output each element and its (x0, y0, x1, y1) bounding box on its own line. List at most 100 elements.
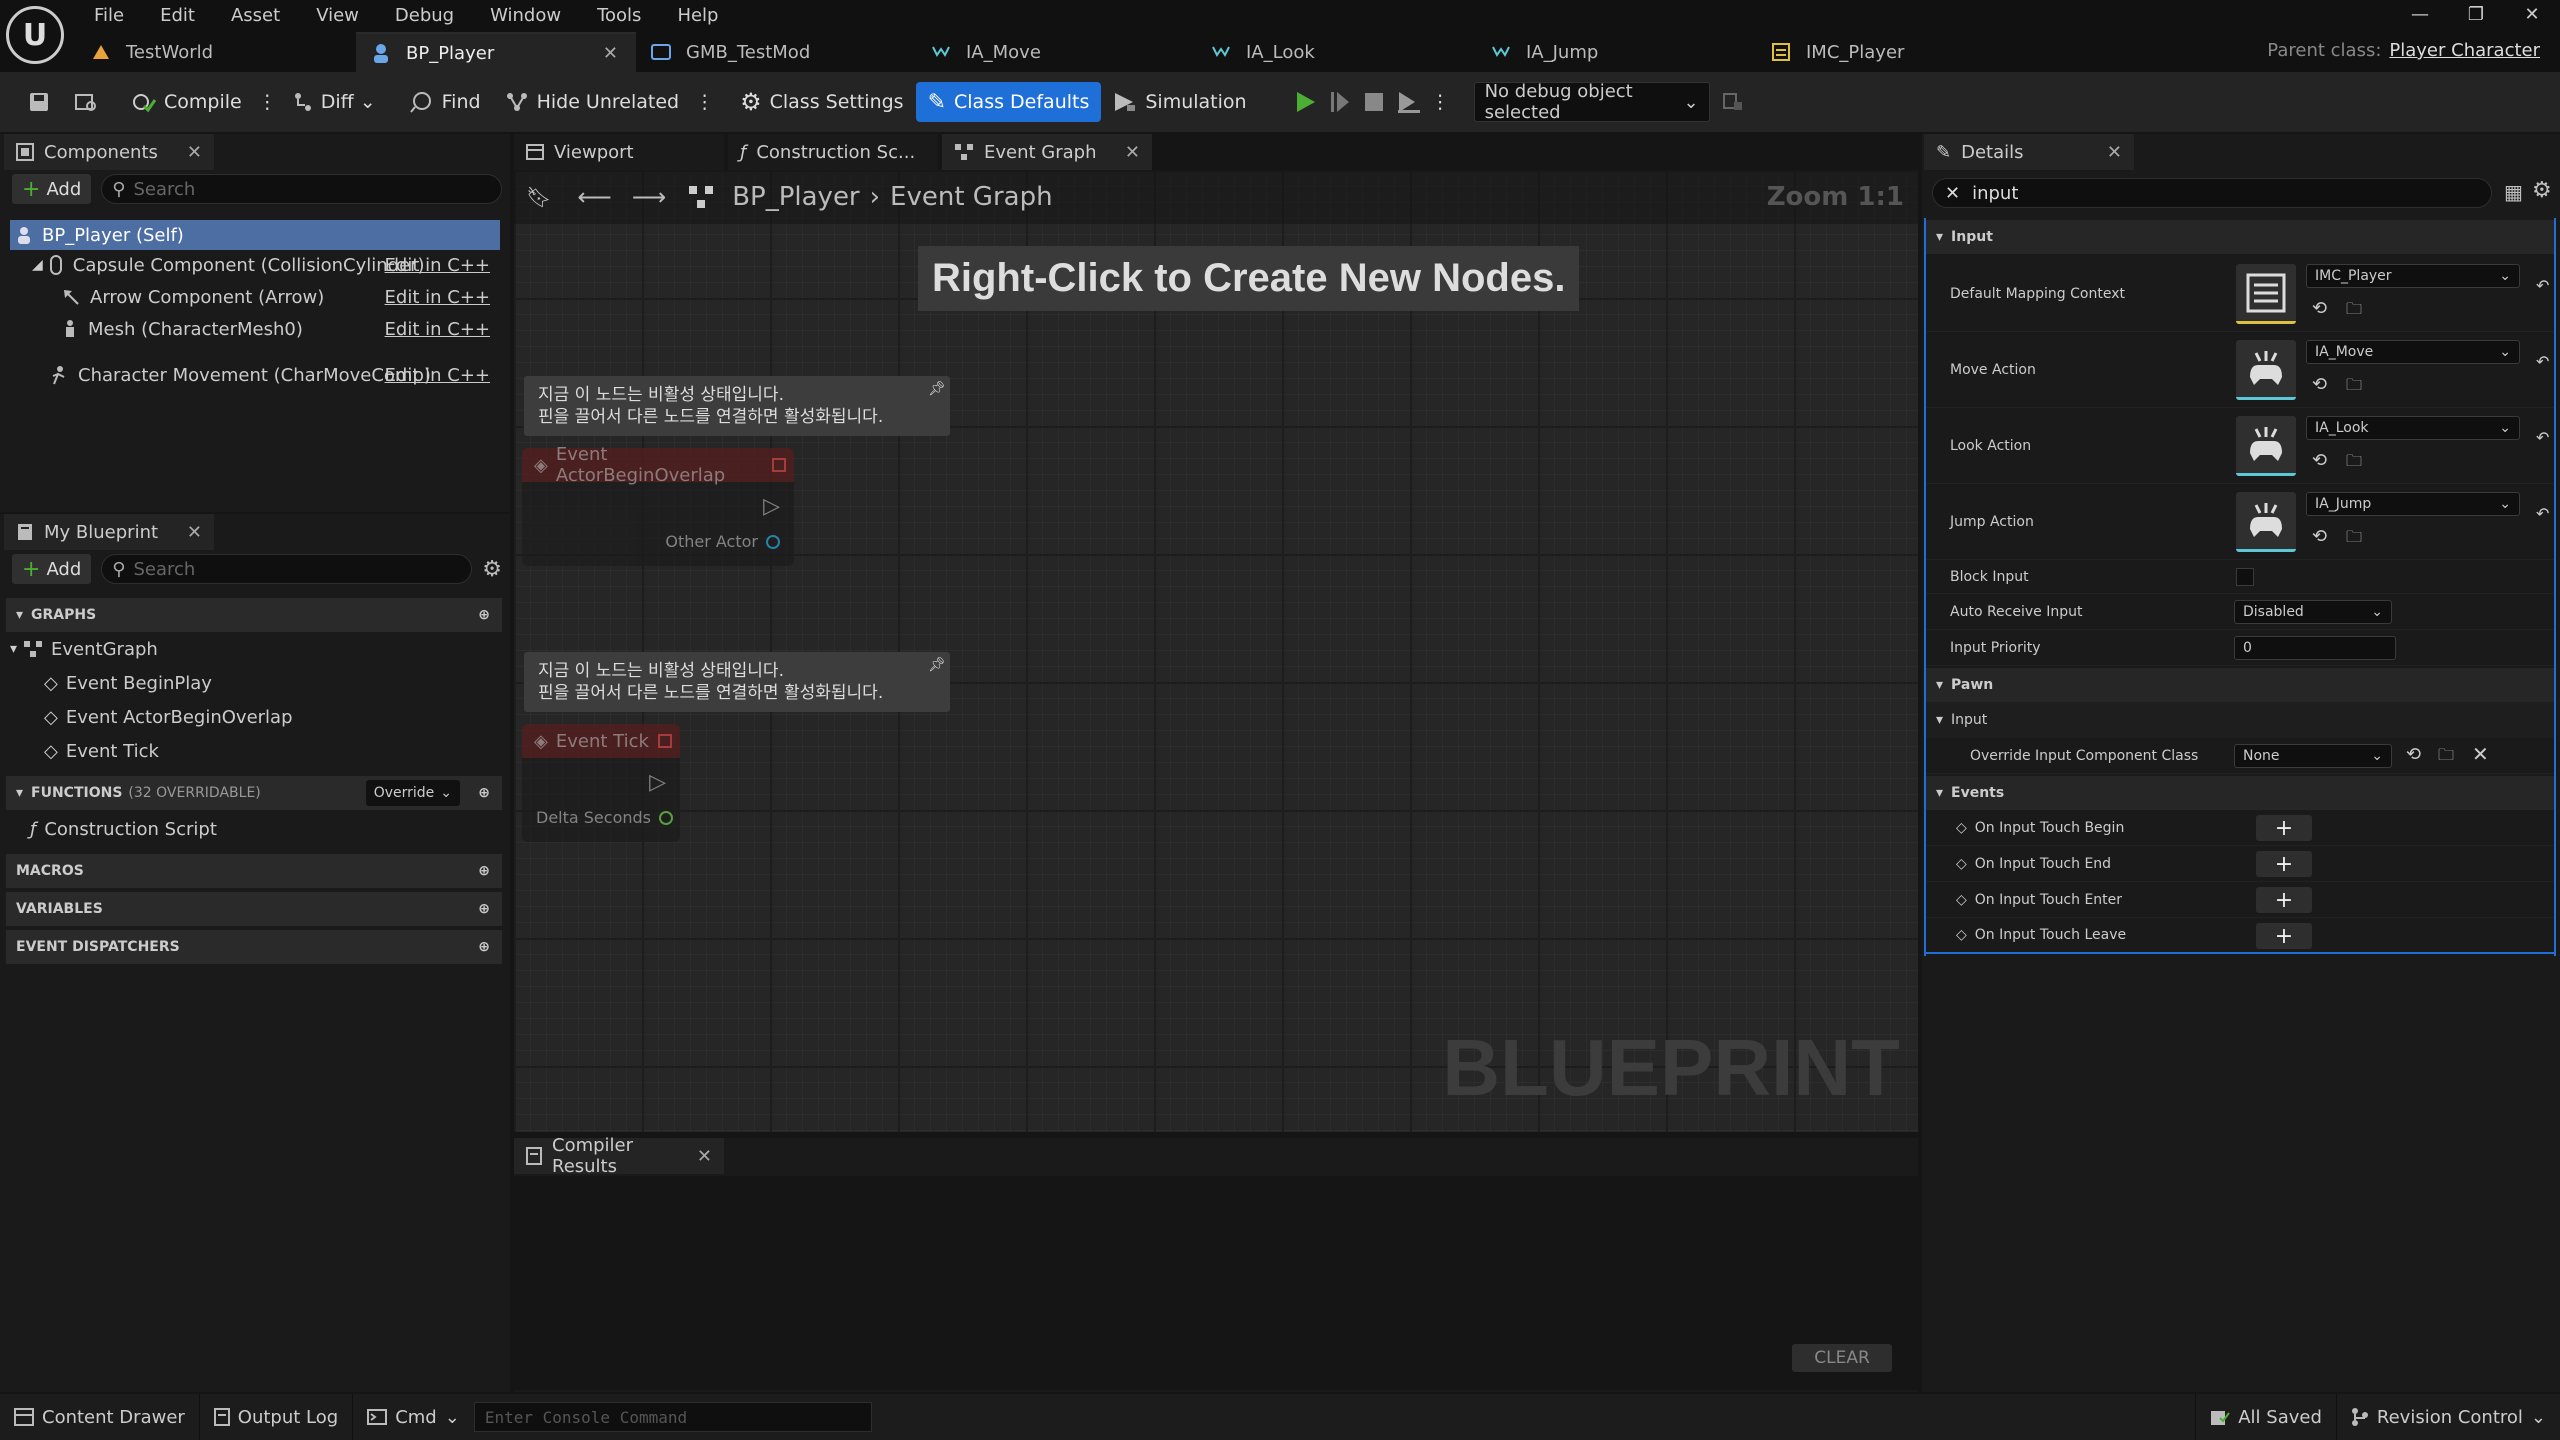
components-tab[interactable]: Components ✕ (4, 134, 214, 170)
pin-other-actor[interactable]: Other Actor (665, 532, 780, 551)
restore-icon[interactable]: ❐ (2448, 0, 2504, 30)
menu-view[interactable]: View (298, 5, 377, 26)
save-button[interactable] (16, 82, 62, 122)
dispatchers-section-header[interactable]: EVENT DISPATCHERS ⊕ (6, 930, 502, 964)
debug-object-select[interactable]: No debug object selected ⌄ (1473, 81, 1710, 123)
browse-folder-icon[interactable]: 🗀 (2346, 526, 2362, 553)
variables-section-header[interactable]: VARIABLES ⊕ (6, 892, 502, 926)
add-event-button[interactable]: + (2256, 923, 2312, 949)
eject-button[interactable] (1391, 82, 1427, 122)
exec-pin-icon[interactable]: ▷ (763, 494, 780, 519)
override-dropdown[interactable]: Override ⌄ (365, 780, 460, 806)
doc-tab-ia-jump[interactable]: IA_Jump (1476, 32, 1756, 72)
use-selected-icon[interactable]: ⟲ (2312, 450, 2327, 471)
output-log-button[interactable]: Output Log (200, 1394, 354, 1440)
browse-folder-icon[interactable]: 🗀 (2438, 744, 2454, 771)
hide-unrelated-button[interactable]: Hide Unrelated (493, 82, 692, 122)
compile-button[interactable]: Compile (120, 82, 254, 122)
asset-picker-dropdown[interactable]: IA_Jump ⌄ (2306, 492, 2520, 516)
event-graph-item[interactable]: ▾ EventGraph (10, 634, 158, 664)
pin-icon[interactable]: 📌︎ (928, 378, 946, 400)
revision-control-button[interactable]: Revision Control ⌄ (2337, 1394, 2560, 1440)
add-event-button[interactable]: + (2256, 851, 2312, 877)
stop-button[interactable] (1357, 82, 1391, 122)
browse-folder-icon[interactable]: 🗀 (2346, 450, 2362, 477)
auto-receive-dropdown[interactable]: Disabled ⌄ (2234, 600, 2392, 624)
component-capsule[interactable]: ◢ Capsule Component (CollisionCylinder) … (32, 250, 502, 280)
cmd-dropdown[interactable]: Cmd ⌄ (353, 1394, 474, 1440)
tab-viewport[interactable]: Viewport (514, 134, 724, 170)
use-selected-icon[interactable]: ⟲ (2312, 298, 2327, 319)
reset-arrow-icon[interactable]: ↶ (2536, 428, 2549, 447)
add-component-button[interactable]: + Add (12, 174, 92, 204)
menu-help[interactable]: Help (659, 5, 736, 26)
browse-button[interactable] (62, 82, 110, 122)
class-picker-dropdown[interactable]: None ⌄ (2234, 744, 2392, 768)
edit-in-cpp-link[interactable]: Edit in C++ (385, 319, 490, 340)
close-icon[interactable]: ✕ (603, 43, 618, 64)
grid-view-icon[interactable]: ▦ (2504, 180, 2523, 204)
add-member-button[interactable]: + Add (12, 554, 92, 584)
tab-event-graph[interactable]: Event Graph ✕ (942, 134, 1152, 170)
add-variable-icon[interactable]: ⊕ (478, 901, 490, 917)
pawn-input-subheader[interactable]: ▾ Input (1926, 702, 2556, 738)
unreal-logo-icon[interactable]: U (6, 6, 64, 64)
my-blueprint-tab[interactable]: My Blueprint ✕ (4, 514, 214, 550)
back-arrow-icon[interactable]: ⟵ (577, 183, 611, 211)
event-item-beginplay[interactable]: ◇ Event BeginPlay (44, 668, 212, 698)
add-function-icon[interactable]: ⊕ (478, 785, 490, 801)
details-search-input[interactable]: ✕ input (1932, 178, 2492, 208)
add-macro-icon[interactable]: ⊕ (478, 863, 490, 879)
doc-tab-ia-move[interactable]: IA_Move (916, 32, 1196, 72)
asset-picker-dropdown[interactable]: IMC_Player ⌄ (2306, 264, 2520, 288)
edit-in-cpp-link[interactable]: Edit in C++ (385, 287, 490, 308)
input-priority-field[interactable]: 0 (2234, 636, 2396, 660)
doc-tab-testworld[interactable]: TestWorld (76, 32, 356, 72)
minimize-icon[interactable]: — (2392, 0, 2448, 30)
pin-delta-seconds[interactable]: Delta Seconds (536, 808, 673, 827)
input-action-thumbnail-icon[interactable] (2236, 416, 2296, 476)
clear-search-icon[interactable]: ✕ (1945, 183, 1960, 204)
construction-script-item[interactable]: ƒ Construction Script (30, 814, 217, 844)
close-icon[interactable]: ✕ (2107, 142, 2122, 163)
event-item-actorbeginoverlap[interactable]: ◇ Event ActorBeginOverlap (44, 702, 293, 732)
event-item-tick[interactable]: ◇ Event Tick (44, 736, 159, 766)
component-char-movement[interactable]: Character Movement (CharMoveComp) Edit i… (50, 360, 502, 390)
browse-folder-icon[interactable]: 🗀 (2346, 298, 2362, 325)
component-self[interactable]: BP_Player (Self) (10, 220, 500, 250)
menu-edit[interactable]: Edit (142, 5, 213, 26)
functions-section-header[interactable]: ▾ FUNCTIONS (32 OVERRIDABLE) Override ⌄ ⊕ (6, 776, 502, 810)
node-event-actor-begin-overlap[interactable]: ◈ Event ActorBeginOverlap ▷ Other Actor (522, 444, 794, 566)
graphs-section-header[interactable]: ▾ GRAPHS ⊕ (6, 598, 502, 632)
doc-tab-ia-look[interactable]: IA_Look (1196, 32, 1476, 72)
menu-debug[interactable]: Debug (377, 5, 472, 26)
doc-tab-imc-player[interactable]: IMC_Player (1756, 32, 2036, 72)
compiler-results-tab[interactable]: Compiler Results ✕ (514, 1135, 724, 1177)
add-dispatcher-icon[interactable]: ⊕ (478, 939, 490, 955)
content-drawer-button[interactable]: Content Drawer (0, 1394, 200, 1440)
add-event-button[interactable]: + (2256, 887, 2312, 913)
console-command-input[interactable]: Enter Console Command (473, 1402, 872, 1432)
components-search-input[interactable]: ⚲ Search (101, 174, 502, 204)
input-action-thumbnail-icon[interactable] (2236, 492, 2296, 552)
clear-icon[interactable]: ✕ (2472, 742, 2489, 766)
class-defaults-button[interactable]: ✎ Class Defaults (915, 82, 1102, 122)
parent-class-link[interactable]: Player Character (2389, 40, 2540, 61)
breadcrumb-root[interactable]: BP_Player (732, 182, 859, 212)
class-settings-button[interactable]: ⚙ Class Settings (728, 82, 915, 122)
macros-section-header[interactable]: MACROS ⊕ (6, 854, 502, 888)
edit-in-cpp-link[interactable]: Edit in C++ (385, 255, 490, 276)
block-input-checkbox[interactable] (2236, 568, 2254, 586)
close-icon[interactable]: ✕ (697, 1146, 712, 1167)
pin-icon[interactable]: 📌︎ (928, 654, 946, 676)
add-event-button[interactable]: + (2256, 815, 2312, 841)
add-graph-icon[interactable]: ⊕ (478, 607, 490, 623)
gear-icon[interactable]: ⚙ (482, 557, 502, 582)
close-window-icon[interactable]: ✕ (2504, 0, 2560, 30)
find-button[interactable]: Find (398, 82, 493, 122)
doc-tab-bp-player[interactable]: BP_Player ✕ (356, 32, 636, 72)
reset-arrow-icon[interactable]: ↶ (2536, 352, 2549, 371)
events-section-header[interactable]: ▾ Events (1926, 776, 2556, 810)
gear-icon[interactable]: ⚙ (2532, 178, 2552, 203)
browse-folder-icon[interactable]: 🗀 (2346, 374, 2362, 401)
